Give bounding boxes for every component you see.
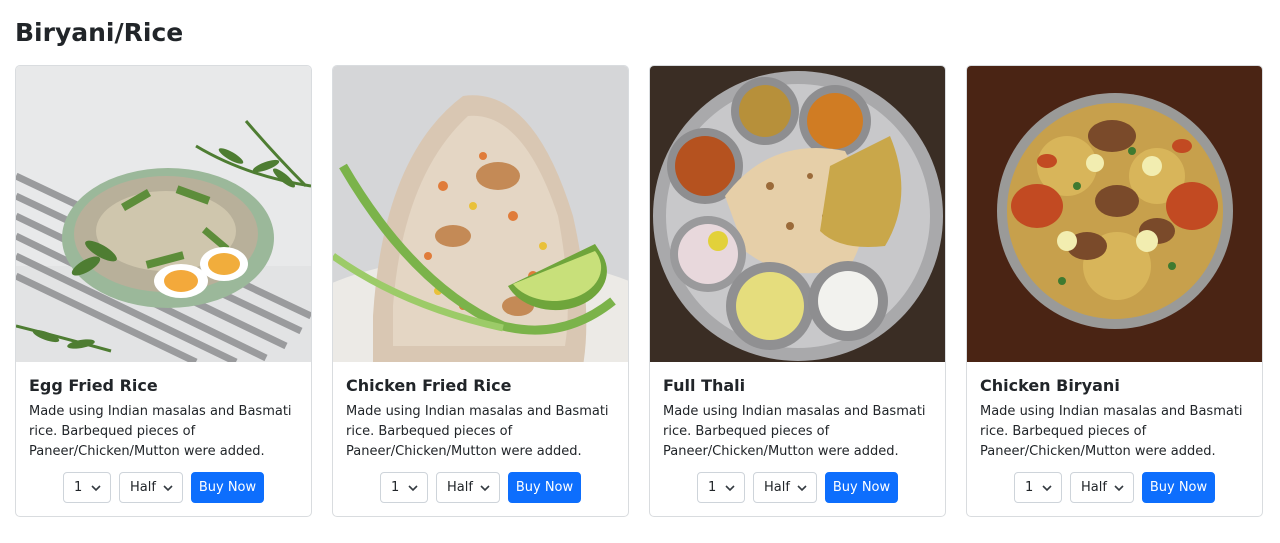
buy-now-button[interactable]: Buy Now (191, 472, 264, 503)
portion-select[interactable]: Half (1070, 472, 1134, 503)
buy-now-button[interactable]: Buy Now (508, 472, 581, 503)
chevron-down-icon (1114, 485, 1124, 492)
chevron-down-icon (797, 485, 807, 492)
product-description: Made using Indian masalas and Basmati ri… (663, 404, 926, 459)
product-name: Full Thali (663, 376, 746, 395)
product-description: Made using Indian masalas and Basmati ri… (29, 404, 292, 459)
product-image (967, 66, 1262, 362)
quantity-select[interactable]: 1 (63, 472, 111, 503)
quantity-value: 1 (1025, 480, 1034, 495)
quantity-select[interactable]: 1 (1014, 472, 1062, 503)
product-controls: 1 Half Buy Now (333, 472, 628, 503)
product-name: Egg Fried Rice (29, 376, 158, 395)
product-controls: 1 Half Buy Now (16, 472, 311, 503)
product-image (16, 66, 311, 362)
portion-value: Half (764, 480, 790, 495)
portion-select[interactable]: Half (119, 472, 183, 503)
chevron-down-icon (91, 485, 101, 492)
product-description: Made using Indian masalas and Basmati ri… (346, 404, 609, 459)
buy-now-button[interactable]: Buy Now (1142, 472, 1215, 503)
product-card-chicken-fried-rice: Chicken Fried Rice Made using Indian mas… (332, 65, 629, 517)
portion-value: Half (130, 480, 156, 495)
chevron-down-icon (408, 485, 418, 492)
portion-select[interactable]: Half (436, 472, 500, 503)
product-name: Chicken Fried Rice (346, 376, 512, 395)
chevron-down-icon (1042, 485, 1052, 492)
product-controls: 1 Half Buy Now (967, 472, 1262, 503)
chevron-down-icon (480, 485, 490, 492)
product-name: Chicken Biryani (980, 376, 1120, 395)
product-card-egg-fried-rice: Egg Fried Rice Made using Indian masalas… (15, 65, 312, 517)
product-description: Made using Indian masalas and Basmati ri… (980, 404, 1243, 459)
product-controls: 1 Half Buy Now (650, 472, 945, 503)
product-grid: Egg Fried Rice Made using Indian masalas… (15, 65, 1263, 517)
buy-now-button[interactable]: Buy Now (825, 472, 898, 503)
portion-value: Half (1081, 480, 1107, 495)
section-title: Biryani/Rice (15, 18, 184, 47)
chevron-down-icon (725, 485, 735, 492)
quantity-value: 1 (391, 480, 400, 495)
quantity-select[interactable]: 1 (380, 472, 428, 503)
chevron-down-icon (163, 485, 173, 492)
quantity-value: 1 (74, 480, 83, 495)
product-image (650, 66, 945, 362)
quantity-value: 1 (708, 480, 717, 495)
product-image (333, 66, 628, 362)
quantity-select[interactable]: 1 (697, 472, 745, 503)
portion-value: Half (447, 480, 473, 495)
portion-select[interactable]: Half (753, 472, 817, 503)
product-card-full-thali: Full Thali Made using Indian masalas and… (649, 65, 946, 517)
product-card-chicken-biryani: Chicken Biryani Made using Indian masala… (966, 65, 1263, 517)
